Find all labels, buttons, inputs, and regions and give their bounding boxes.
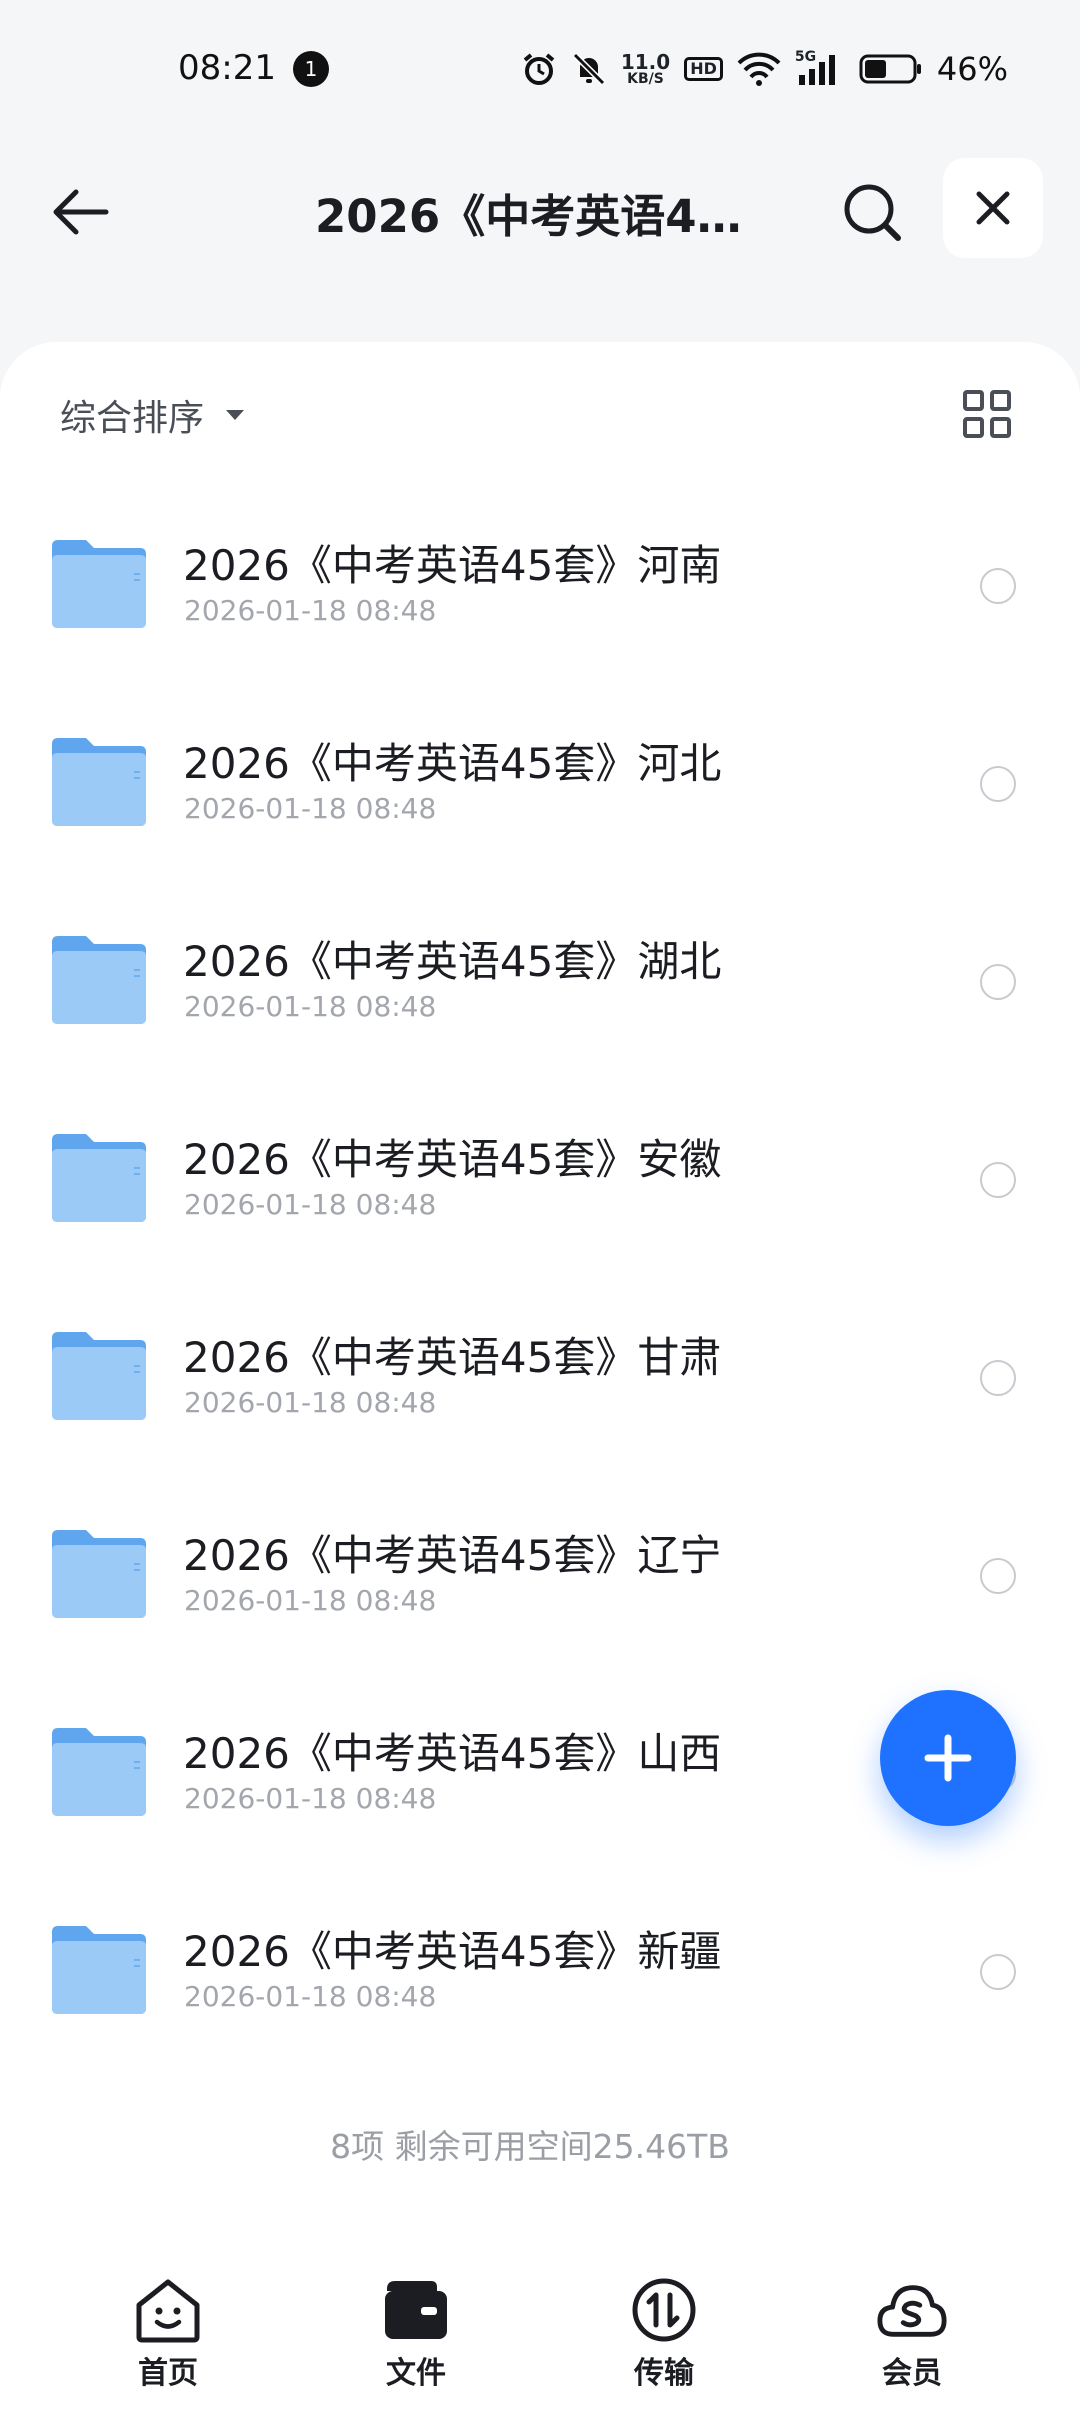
folder-date: 2026-01-18 08:48 <box>184 1188 437 1221</box>
folder-row[interactable]: 2026《中考英语45套》河北 2026-01-18 08:48 <box>0 688 1080 886</box>
folder-date: 2026-01-18 08:48 <box>184 792 437 825</box>
network-speed-unit: KB/S <box>627 71 664 87</box>
cellular-signal-icon: 5G <box>795 49 845 87</box>
nav-label-transfer: 传输 <box>634 2356 694 2391</box>
mute-bell-icon <box>572 52 605 86</box>
storage-summary: 8项 剩余可用空间25.46TB <box>330 2127 730 2166</box>
cloud-s-icon <box>877 2285 947 2337</box>
folder-name: 2026《中考英语45套》新疆 <box>183 1927 722 1976</box>
select-checkbox[interactable] <box>980 1954 1016 1990</box>
folder-name: 2026《中考英语45套》山西 <box>183 1729 722 1778</box>
status-indicators: 11.0 KB/S HD 5G 46% <box>521 44 1008 94</box>
folder-row[interactable]: 2026《中考英语45套》河南 2026-01-18 08:48 <box>0 490 1080 688</box>
nav-label-member: 会员 <box>882 2356 942 2391</box>
search-icon <box>844 184 901 241</box>
file-list: 2026《中考英语45套》河南 2026-01-18 08:48 2026《中考… <box>0 490 1080 2074</box>
select-checkbox[interactable] <box>980 1162 1016 1198</box>
top-app-bar: 2026《中考英语45套》 <box>0 150 1080 270</box>
folder-icon <box>52 738 146 826</box>
wifi-icon <box>737 52 781 86</box>
battery-percent: 46% <box>936 50 1008 88</box>
folder-date: 2026-01-18 08:48 <box>184 1584 437 1617</box>
network-speed: 11.0 KB/S <box>621 52 670 86</box>
wallet-folder-icon <box>385 2281 447 2339</box>
folder-icon <box>52 1530 146 1618</box>
folder-name: 2026《中考英语45套》甘肃 <box>183 1333 722 1382</box>
nav-label-files: 文件 <box>386 2356 446 2391</box>
nav-item-files[interactable]: 文件 <box>316 2250 516 2412</box>
bottom-navigation: 首页 文件 传输 会员 <box>0 2250 1080 2412</box>
folder-date: 2026-01-18 08:48 <box>184 594 437 627</box>
select-checkbox[interactable] <box>980 1360 1016 1396</box>
plus-icon <box>924 1734 972 1782</box>
folder-row[interactable]: 2026《中考英语45套》安徽 2026-01-18 08:48 <box>0 1084 1080 1282</box>
folder-date: 2026-01-18 08:48 <box>184 990 437 1023</box>
folder-row[interactable]: 2026《中考英语45套》新疆 2026-01-18 08:48 <box>0 1876 1080 2074</box>
folder-row[interactable]: 2026《中考英语45套》湖北 2026-01-18 08:48 <box>0 886 1080 1084</box>
folder-name: 2026《中考英语45套》河南 <box>183 541 722 590</box>
add-fab-button[interactable] <box>880 1690 1016 1826</box>
home-smile-icon <box>136 2279 200 2343</box>
folder-name: 2026《中考英语45套》湖北 <box>183 937 722 986</box>
nav-label-home: 首页 <box>138 2356 198 2391</box>
folder-row[interactable]: 2026《中考英语45套》甘肃 2026-01-18 08:48 <box>0 1282 1080 1480</box>
select-checkbox[interactable] <box>980 568 1016 604</box>
folder-icon <box>52 1134 146 1222</box>
close-button[interactable] <box>943 158 1043 258</box>
sort-dropdown[interactable]: 综合排序 <box>60 390 246 440</box>
select-checkbox[interactable] <box>980 1558 1016 1594</box>
search-button[interactable] <box>832 172 912 252</box>
network-speed-value: 11.0 <box>620 50 671 74</box>
status-time: 08:21 <box>178 48 276 88</box>
folder-name: 2026《中考英语45套》安徽 <box>183 1135 722 1184</box>
file-list-sheet: 综合排序 2026《中考英语45套》河南 2026-01-18 08:48 20… <box>0 342 1080 2412</box>
hd-badge: HD <box>684 57 723 81</box>
alarm-icon <box>523 53 555 85</box>
grid-view-icon[interactable] <box>960 387 1014 441</box>
folder-icon <box>52 936 146 1024</box>
nav-item-member[interactable]: 会员 <box>812 2250 1012 2412</box>
select-checkbox[interactable] <box>980 964 1016 1000</box>
nav-item-transfer[interactable]: 传输 <box>564 2250 764 2412</box>
folder-icon <box>52 1728 146 1816</box>
folder-icon <box>52 1332 146 1420</box>
folder-date: 2026-01-18 08:48 <box>184 1386 437 1419</box>
back-button[interactable] <box>44 176 116 248</box>
battery-icon <box>859 54 921 84</box>
folder-date: 2026-01-18 08:48 <box>184 1980 437 2013</box>
folder-date: 2026-01-18 08:48 <box>184 1782 437 1815</box>
folder-icon <box>52 540 146 628</box>
folder-row[interactable]: 2026《中考英语45套》辽宁 2026-01-18 08:48 <box>0 1480 1080 1678</box>
select-checkbox[interactable] <box>980 766 1016 802</box>
page-title: 2026《中考英语45套》 <box>315 190 765 243</box>
folder-name: 2026《中考英语45套》河北 <box>183 739 722 788</box>
folder-name: 2026《中考英语45套》辽宁 <box>183 1531 722 1580</box>
folder-icon <box>52 1926 146 2014</box>
arrow-left-icon <box>53 189 109 235</box>
close-icon <box>976 191 1010 225</box>
transfer-icon <box>632 2278 696 2342</box>
notification-count-badge: 1 <box>293 51 329 87</box>
status-bar: 08:21 1 11.0 KB/S HD 5G 46% <box>0 0 1080 140</box>
sort-label: 综合排序 <box>60 398 205 439</box>
nav-item-home[interactable]: 首页 <box>68 2250 268 2412</box>
caret-down-icon <box>226 410 245 420</box>
